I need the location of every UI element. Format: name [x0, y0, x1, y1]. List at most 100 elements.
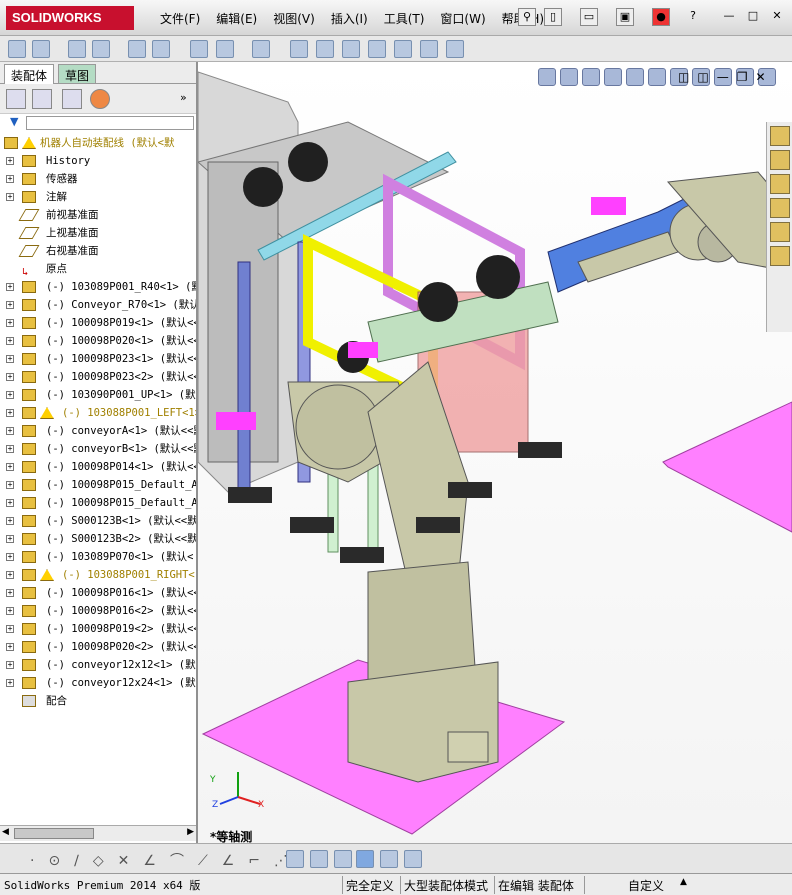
minimize-button[interactable]: —	[720, 8, 738, 26]
tree-item[interactable]: + 传感器	[0, 170, 196, 188]
expand-toggle-icon[interactable]: +	[6, 355, 14, 363]
tree-item[interactable]: + (-) conveyor12x12<1> (默认	[0, 656, 196, 674]
new-document-icon[interactable]: ▯	[544, 8, 562, 26]
shaded-view-icon[interactable]	[356, 850, 374, 868]
expand-toggle-icon[interactable]: +	[6, 499, 14, 507]
tree-item[interactable]: + (-) 100098P015_Default_As	[0, 494, 196, 512]
instant3d-icon[interactable]	[394, 40, 412, 58]
explode-line-icon[interactable]	[368, 40, 386, 58]
menu-file[interactable]: 文件(F)	[152, 10, 208, 27]
help-button[interactable]: ?	[684, 8, 702, 26]
tree-root[interactable]: 机器人自动装配线 (默认<默	[0, 134, 196, 152]
viewport-split-icon[interactable]: ◫	[678, 70, 689, 84]
expand-toggle-icon[interactable]: +	[6, 643, 14, 651]
menu-insert[interactable]: 插入(I)	[323, 10, 376, 27]
zoom-area-icon[interactable]	[560, 68, 578, 86]
tree-item[interactable]: + (-) 100098P020<2> (默认<<	[0, 638, 196, 656]
rebuild-traffic-light-icon[interactable]: ●	[652, 8, 670, 26]
expand-toggle-icon[interactable]: +	[6, 391, 14, 399]
expand-toggle-icon[interactable]: +	[6, 463, 14, 471]
move-component-icon[interactable]	[152, 40, 170, 58]
menu-edit[interactable]: 编辑(E)	[208, 10, 265, 27]
tree-item[interactable]: + (-) 103088P001_LEFT<1>	[0, 404, 196, 422]
tree-item[interactable]: + (-) 100098P019<2> (默认<<	[0, 620, 196, 638]
section-view-icon[interactable]	[604, 68, 622, 86]
solidworks-logo[interactable]: SOLIDWORKS	[6, 6, 134, 30]
tree-item[interactable]: ↳ 原点	[0, 260, 196, 278]
tree-item[interactable]: + (-) 100098P016<2> (默认<<	[0, 602, 196, 620]
viewport-split2-icon[interactable]: ◫	[697, 70, 708, 84]
expand-toggle-icon[interactable]: +	[6, 301, 14, 309]
insert-component-icon[interactable]	[8, 40, 26, 58]
design-library-icon[interactable]	[770, 150, 790, 170]
file-explorer-icon[interactable]	[770, 174, 790, 194]
tab-assembly[interactable]: 装配体	[4, 64, 55, 84]
home-icon[interactable]	[770, 126, 790, 146]
show-hidden-icon[interactable]	[190, 40, 208, 58]
expand-toggle-icon[interactable]: +	[6, 283, 14, 291]
tree-item[interactable]: + (-) 100098P014<1> (默认<<	[0, 458, 196, 476]
viewport-minimize-icon[interactable]: —	[717, 70, 729, 84]
tree-item[interactable]: + (-) 100098P023<2> (默认<<	[0, 368, 196, 386]
expand-toggle-icon[interactable]: +	[6, 625, 14, 633]
view-orientation-icon[interactable]	[648, 68, 666, 86]
expand-toggle-icon[interactable]: +	[6, 445, 14, 453]
snapshot-icon[interactable]	[446, 40, 464, 58]
maximize-button[interactable]: □	[744, 8, 762, 26]
assembly-model-render[interactable]	[198, 62, 792, 843]
tree-item[interactable]: 前视基准面	[0, 206, 196, 224]
tree-item[interactable]: + (-) S000123B<2> (默认<<默	[0, 530, 196, 548]
tree-item[interactable]: + (-) 103090P001_UP<1> (默认	[0, 386, 196, 404]
custom-units-dropdown[interactable]: 自定义	[628, 877, 664, 894]
expand-toggle-icon[interactable]: +	[6, 193, 14, 201]
menu-window[interactable]: 窗口(W)	[432, 10, 493, 27]
save-icon[interactable]: ▣	[616, 8, 634, 26]
tree-item[interactable]: 上视基准面	[0, 224, 196, 242]
menu-tools[interactable]: 工具(T)	[376, 10, 433, 27]
tree-item[interactable]: 右视基准面	[0, 242, 196, 260]
expand-toggle-icon[interactable]: +	[6, 319, 14, 327]
tree-item[interactable]: + (-) 103088P001_RIGHT<1>	[0, 566, 196, 584]
viewport-restore-icon[interactable]: ❐	[737, 70, 748, 84]
zoom-to-fit-icon[interactable]	[538, 68, 556, 86]
scroll-thumb[interactable]	[14, 828, 94, 839]
expand-toggle-icon[interactable]: +	[6, 427, 14, 435]
assembly-features-icon[interactable]	[216, 40, 234, 58]
viewport-four-icon[interactable]	[404, 850, 422, 868]
mate-icon[interactable]	[32, 40, 50, 58]
expand-toggle-icon[interactable]: +	[6, 373, 14, 381]
custom-properties-icon[interactable]	[770, 246, 790, 266]
units-chevron-up-icon[interactable]: ▲	[680, 877, 687, 887]
expand-toggle-icon[interactable]: +	[6, 679, 14, 687]
expand-toggle-icon[interactable]: +	[6, 517, 14, 525]
sketch-tools-icons[interactable]: ·⊙∕◇✕∠⌒⟋∠⌐⋰	[30, 850, 302, 870]
tree-item[interactable]: + (-) conveyorA<1> (默认<<默	[0, 422, 196, 440]
exploded-view-icon[interactable]	[342, 40, 360, 58]
dynamic-annotation-icon[interactable]	[626, 68, 644, 86]
smart-fastener-icon[interactable]	[128, 40, 146, 58]
expand-toggle-icon[interactable]: +	[6, 553, 14, 561]
relations-icon[interactable]	[334, 850, 352, 868]
graphics-area[interactable]: ◫ ◫ — ❐ ✕ Y Z X *等轴测	[198, 62, 792, 843]
filter-input[interactable]	[26, 116, 194, 130]
speedpak-icon[interactable]	[420, 40, 438, 58]
view-palette-icon[interactable]	[770, 198, 790, 218]
scroll-left-icon[interactable]: ◀	[2, 827, 9, 837]
expand-toggle-icon[interactable]: +	[6, 589, 14, 597]
tree-item[interactable]: + (-) 100098P015_Default_As	[0, 476, 196, 494]
previous-view-icon[interactable]	[582, 68, 600, 86]
open-folder-icon[interactable]: ▭	[580, 8, 598, 26]
pin-icon[interactable]: ⚲	[518, 8, 536, 26]
filter-icon[interactable]: ▼	[10, 115, 18, 128]
expand-toggle-icon[interactable]: +	[6, 157, 14, 165]
expand-toggle-icon[interactable]: +	[6, 481, 14, 489]
expand-toggle-icon[interactable]: +	[6, 535, 14, 543]
tree-item[interactable]: + (-) 103089P001_R40<1> (默	[0, 278, 196, 296]
expand-toggle-icon[interactable]: +	[6, 409, 14, 417]
tree-item[interactable]: + 注解	[0, 188, 196, 206]
expand-toggle-icon[interactable]: +	[6, 661, 14, 669]
scroll-right-icon[interactable]: ▶	[187, 827, 194, 837]
tree-item[interactable]: + (-) 100098P016<1> (默认<<	[0, 584, 196, 602]
dimension-icon[interactable]	[286, 850, 304, 868]
display-manager-icon[interactable]	[90, 89, 110, 109]
